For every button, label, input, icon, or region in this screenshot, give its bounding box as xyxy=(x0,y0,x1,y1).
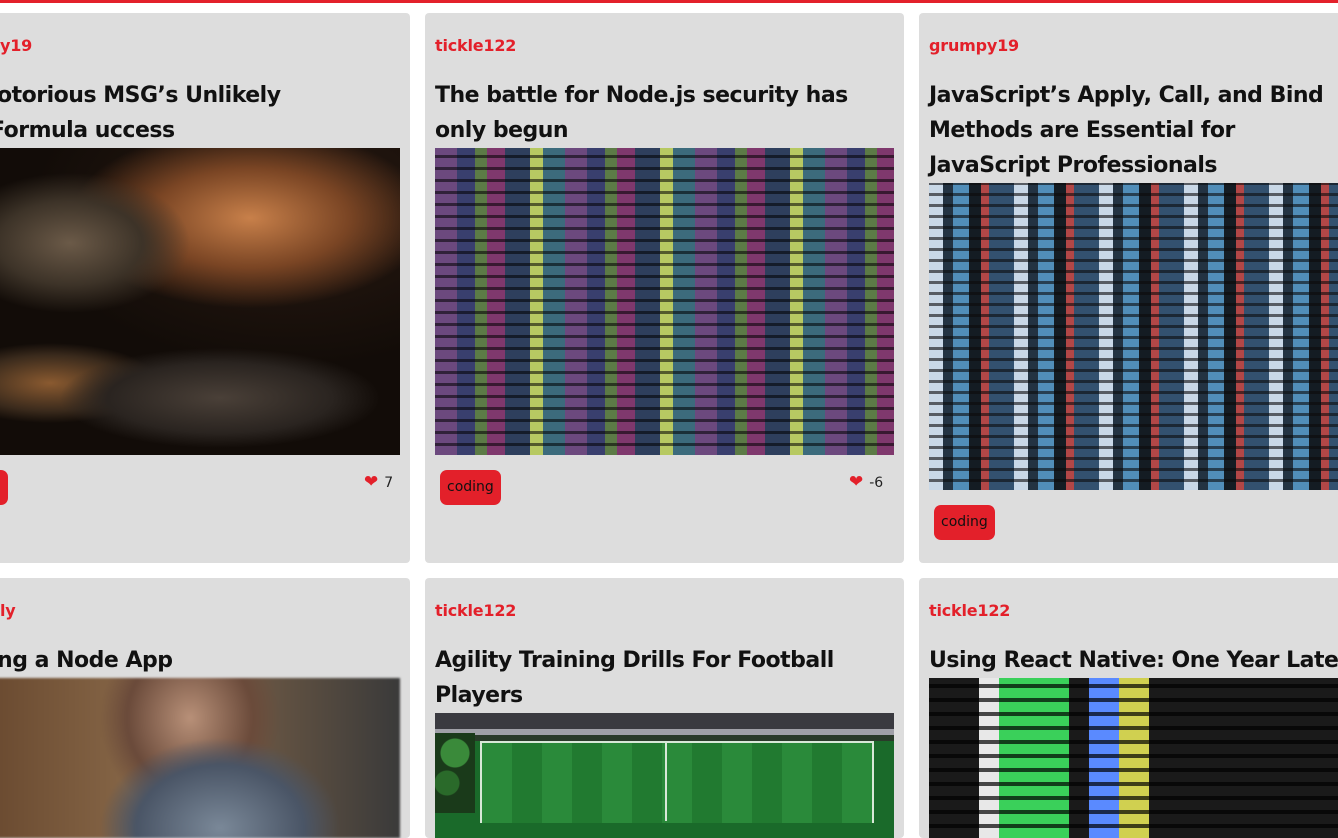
article-card[interactable]: y19 lotorious MSG’s Unlikely Formula ucc… xyxy=(0,13,410,563)
article-title[interactable]: Agility Training Drills For Football Pla… xyxy=(435,643,895,713)
article-image xyxy=(435,148,894,455)
topic-tag[interactable]: coding xyxy=(440,470,501,505)
article-image xyxy=(0,148,400,455)
article-author[interactable]: tickle122 xyxy=(929,601,1010,620)
vote-count-value: -6 xyxy=(869,474,884,491)
article-title[interactable]: Using React Native: One Year Later xyxy=(929,643,1338,678)
article-card[interactable]: grumpy19 JavaScript’s Apply, Call, and B… xyxy=(919,13,1338,563)
article-author[interactable]: y19 xyxy=(0,36,32,55)
article-title[interactable]: ing a Node App xyxy=(0,643,380,678)
article-card[interactable]: tickle122 Using React Native: One Year L… xyxy=(919,578,1338,838)
topic-tag[interactable]: coding xyxy=(934,505,995,540)
vote-count: ❤ 7 xyxy=(364,474,393,491)
midline-graphic xyxy=(665,741,667,821)
article-author[interactable]: ly xyxy=(0,601,16,620)
article-author[interactable]: tickle122 xyxy=(435,36,516,55)
article-title[interactable]: lotorious MSG’s Unlikely Formula uccess xyxy=(0,78,380,148)
article-image xyxy=(435,713,894,838)
article-author[interactable]: grumpy19 xyxy=(929,36,1019,55)
article-title[interactable]: JavaScript’s Apply, Call, and Bind Metho… xyxy=(929,78,1338,183)
pitch-graphic xyxy=(480,741,874,823)
article-image xyxy=(929,183,1338,490)
article-image xyxy=(0,678,400,838)
topic-tag[interactable]: g xyxy=(0,470,8,505)
top-accent-bar xyxy=(0,0,1338,3)
article-image xyxy=(929,678,1338,838)
trees-graphic xyxy=(435,733,475,813)
article-title[interactable]: The battle for Node.js security has only… xyxy=(435,78,895,148)
heart-icon[interactable]: ❤ xyxy=(364,474,378,491)
heart-icon[interactable]: ❤ xyxy=(849,474,863,491)
article-card[interactable]: ly ing a Node App xyxy=(0,578,410,838)
vote-count: ❤ -6 xyxy=(849,474,883,491)
article-author[interactable]: tickle122 xyxy=(435,601,516,620)
vote-count-value: 7 xyxy=(384,474,394,491)
article-card[interactable]: tickle122 Agility Training Drills For Fo… xyxy=(425,578,904,838)
article-card[interactable]: tickle122 The battle for Node.js securit… xyxy=(425,13,904,563)
